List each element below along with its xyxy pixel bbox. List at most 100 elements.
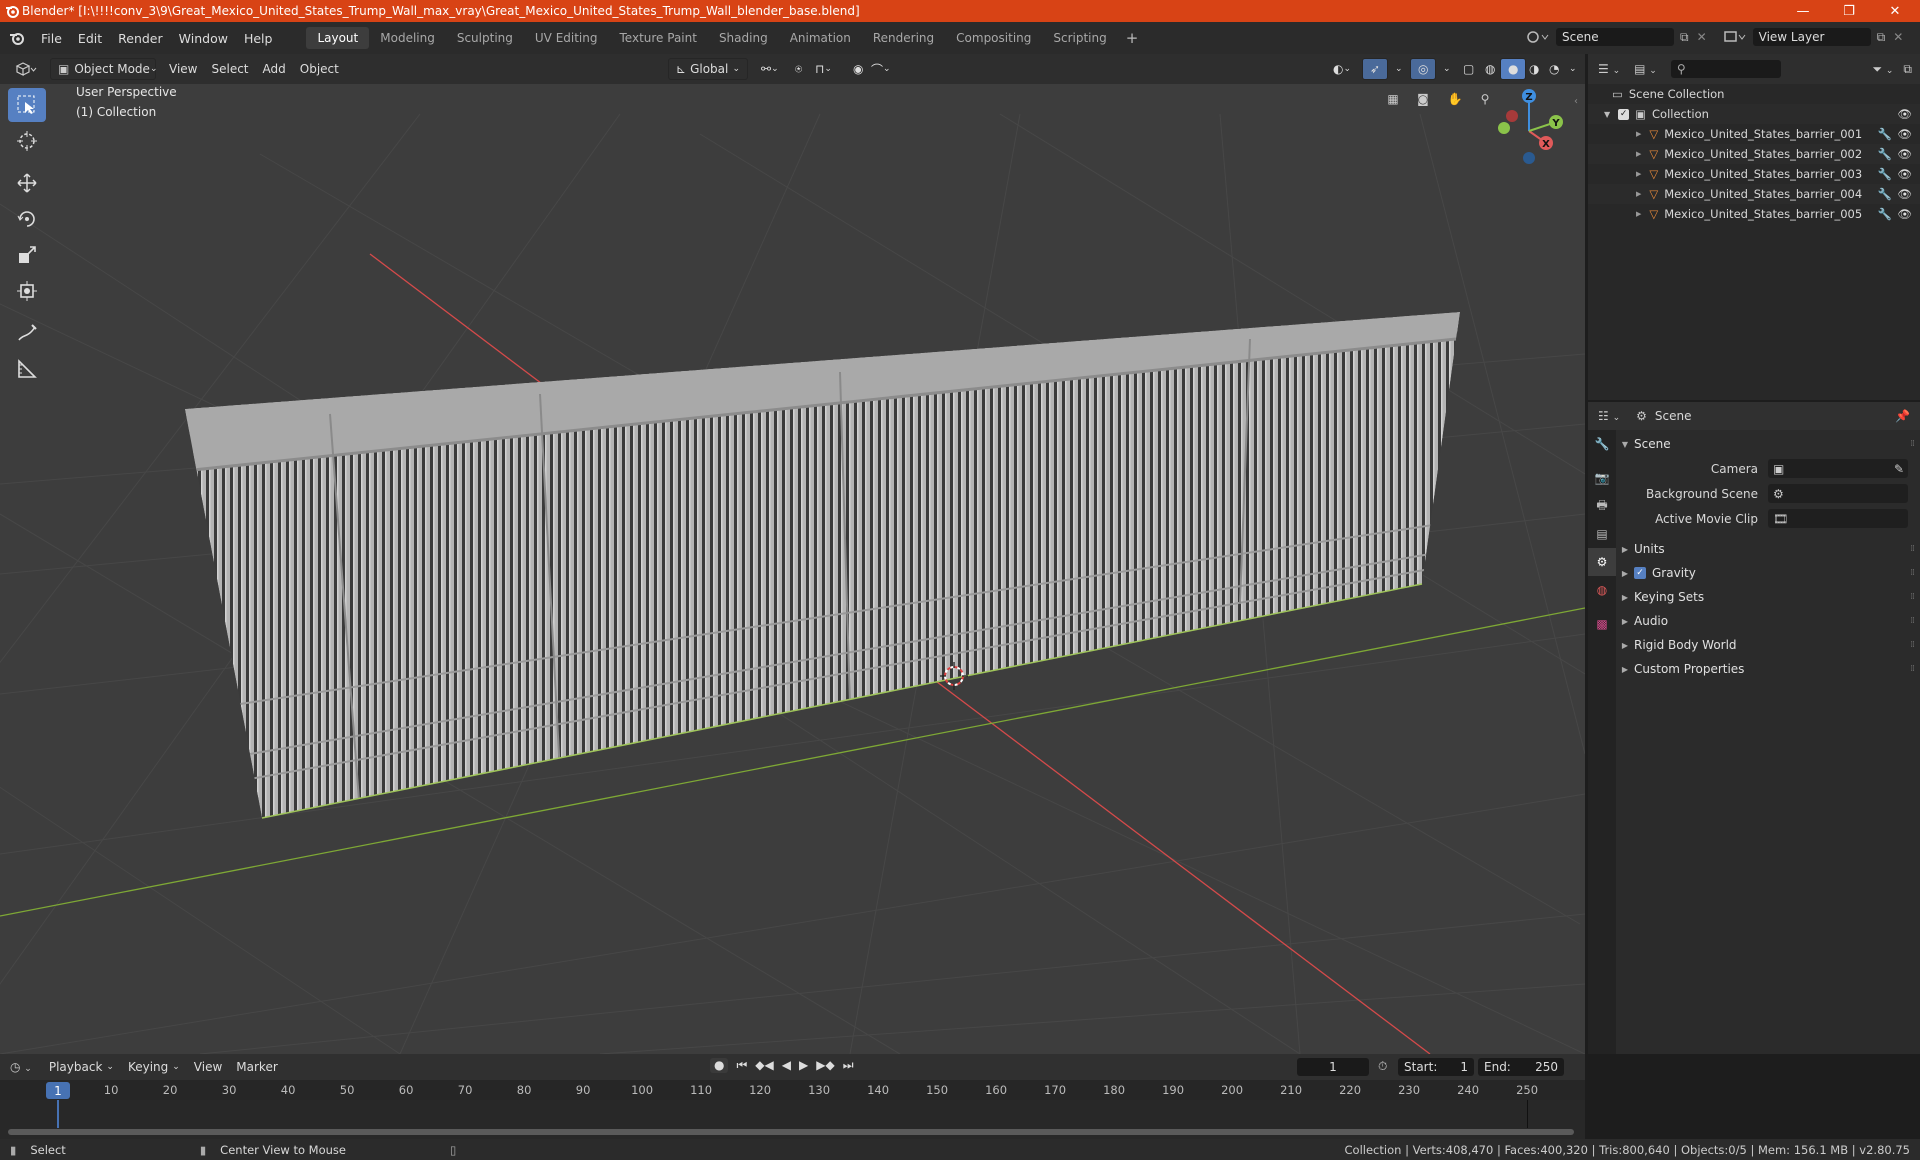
tab-scripting[interactable]: Scripting xyxy=(1042,27,1117,49)
play-icon[interactable]: ▶ xyxy=(799,1058,808,1073)
transform-orientation-dropdown[interactable]: ⊾ Global ⌄ xyxy=(668,58,748,80)
maximize-button[interactable]: ❐ xyxy=(1826,0,1872,22)
render-tab-icon[interactable]: 📷 xyxy=(1588,464,1616,492)
pin-icon[interactable]: 📌 xyxy=(1895,409,1910,423)
overlay-dropdown[interactable]: ⌄ xyxy=(1436,58,1458,80)
viewport-menu-add[interactable]: Add xyxy=(256,58,293,80)
tool-tab-icon[interactable]: 🔧 xyxy=(1588,430,1616,458)
tab-layout[interactable]: Layout xyxy=(306,27,370,49)
snap-target-button[interactable]: ⊓ ⌄ xyxy=(808,58,839,80)
timeline-menu-marker[interactable]: Marker xyxy=(229,1056,284,1078)
audio-panel-header[interactable]: ▶ Audio ⁞⁞ xyxy=(1616,609,1920,633)
world-tab-icon[interactable]: ◍ xyxy=(1588,576,1616,604)
jump-start-icon[interactable]: ⏮ xyxy=(736,1058,747,1073)
modifier-wrench-icon[interactable]: 🔧 xyxy=(1878,187,1892,201)
delete-view-layer-icon[interactable]: ✕ xyxy=(1893,30,1903,44)
tab-sculpting[interactable]: Sculpting xyxy=(446,27,524,49)
drag-handle-icon[interactable]: ⁞⁞ xyxy=(1910,439,1915,449)
tab-modeling[interactable]: Modeling xyxy=(369,27,446,49)
blender-menu-icon[interactable] xyxy=(9,30,25,46)
output-tab-icon[interactable]: 🖶 xyxy=(1588,492,1616,520)
overlay-toggle-icon[interactable]: ◎ xyxy=(1410,58,1437,80)
collapse-arrow-icon[interactable]: ▼ xyxy=(1604,110,1610,119)
mode-dropdown[interactable]: ▣ Object Mode ⌄ xyxy=(50,58,157,80)
viewport-menu-object[interactable]: Object xyxy=(293,58,346,80)
drag-handle-icon[interactable]: ⁞⁞ xyxy=(1910,592,1915,602)
drag-handle-icon[interactable]: ⁞⁞ xyxy=(1910,544,1915,554)
keying-menu[interactable]: Keying ⌄ xyxy=(121,1056,187,1078)
drag-handle-icon[interactable]: ⁞⁞ xyxy=(1910,664,1915,674)
camera-view-icon[interactable]: ◙ xyxy=(1410,86,1436,112)
timeline-editor-type-icon[interactable]: ◷ ⌄ xyxy=(10,1060,32,1074)
expand-arrow-icon[interactable]: ▶ xyxy=(1636,210,1641,218)
expand-arrow-icon[interactable]: ▶ xyxy=(1636,150,1641,158)
auto-keying-icon[interactable]: ● xyxy=(710,1058,729,1073)
drag-handle-icon[interactable]: ⁞⁞ xyxy=(1910,568,1915,578)
expand-arrow-icon[interactable]: ▶ xyxy=(1636,190,1641,198)
eye-icon[interactable]: 👁 xyxy=(1897,167,1912,181)
properties-editor-type-icon[interactable]: ☷ ⌄ xyxy=(1598,409,1620,423)
outliner-search-input[interactable]: ⚲ xyxy=(1670,60,1781,78)
drag-handle-icon[interactable]: ⁞⁞ xyxy=(1910,640,1915,650)
scene-selector[interactable]: Scene xyxy=(1556,28,1674,46)
viewport-menu-view[interactable]: View xyxy=(162,58,204,80)
texture-tab-icon[interactable]: ▩ xyxy=(1588,610,1616,638)
prev-keyframe-icon[interactable]: ◆◀ xyxy=(755,1058,773,1073)
gravity-checkbox[interactable]: ✓ xyxy=(1634,567,1646,579)
outliner-object-row[interactable]: ▶ ▽ Mexico_United_States_barrier_001 🔧 👁 xyxy=(1588,124,1920,144)
timeline-track[interactable] xyxy=(0,1100,1585,1139)
menu-render[interactable]: Render xyxy=(110,31,171,46)
view-layer-tab-icon[interactable]: ▤ xyxy=(1588,520,1616,548)
modifier-wrench-icon[interactable]: 🔧 xyxy=(1878,127,1892,141)
new-view-layer-icon[interactable]: ⧉ xyxy=(1877,30,1886,45)
cursor-tool[interactable] xyxy=(8,124,46,158)
add-workspace-button[interactable]: + xyxy=(1118,29,1147,47)
start-frame-field[interactable]: Start: 1 xyxy=(1398,1058,1474,1076)
expand-arrow-icon[interactable]: ▶ xyxy=(1636,130,1641,138)
gizmo-toggle-icon[interactable]: ➶ xyxy=(1362,58,1389,80)
eyedropper-icon[interactable]: ✎ xyxy=(1894,462,1904,476)
shading-wireframe-icon[interactable]: ◍ xyxy=(1478,58,1502,80)
tab-animation[interactable]: Animation xyxy=(779,27,862,49)
eye-icon[interactable]: 👁 xyxy=(1897,207,1912,221)
zoom-view-icon[interactable]: ⚲ xyxy=(1472,86,1498,112)
background-scene-field[interactable]: ⚙ xyxy=(1768,484,1908,503)
active-movie-clip-field[interactable]: 🎞 xyxy=(1768,509,1908,528)
playback-menu[interactable]: Playback ⌄ xyxy=(42,1056,121,1078)
custom-properties-panel-header[interactable]: ▶ Custom Properties ⁞⁞ xyxy=(1616,657,1920,681)
modifier-wrench-icon[interactable]: 🔧 xyxy=(1878,147,1892,161)
scene-collection-row[interactable]: ▭ Scene Collection xyxy=(1588,84,1920,104)
sidebar-toggle-icon[interactable]: ‹ xyxy=(1574,96,1578,107)
menu-edit[interactable]: Edit xyxy=(70,31,110,46)
timeline-menu-view[interactable]: View xyxy=(187,1056,229,1078)
camera-field[interactable]: ▣ ✎ xyxy=(1768,459,1908,478)
expand-arrow-icon[interactable]: ▶ xyxy=(1636,170,1641,178)
new-scene-icon[interactable]: ⧉ xyxy=(1680,30,1689,45)
gizmo-dropdown[interactable]: ⌄ xyxy=(1388,58,1410,80)
3d-viewport[interactable]: ▣ Object Mode ⌄ View Select Add Object ⊾ Gl… xyxy=(0,54,1585,1054)
scene-panel-header[interactable]: ▼ Scene ⁞⁞ xyxy=(1616,432,1920,456)
outliner-object-row[interactable]: ▶ ▽ Mexico_United_States_barrier_003 🔧 👁 xyxy=(1588,164,1920,184)
snap-toggle-icon[interactable]: ⍟ xyxy=(788,58,809,80)
pan-view-icon[interactable]: ✋ xyxy=(1442,86,1468,112)
editor-type-button[interactable] xyxy=(8,58,44,80)
move-tool[interactable] xyxy=(8,166,46,200)
current-frame-field[interactable]: 1 xyxy=(1297,1058,1369,1076)
view-layer-icon[interactable] xyxy=(1723,29,1749,45)
viewport-menu-select[interactable]: Select xyxy=(204,58,255,80)
play-reverse-icon[interactable]: ◀ xyxy=(782,1058,791,1073)
outliner-object-row[interactable]: ▶ ▽ Mexico_United_States_barrier_002 🔧 👁 xyxy=(1588,144,1920,164)
menu-file[interactable]: File xyxy=(33,31,70,46)
collection-checkbox[interactable]: ✓ xyxy=(1618,108,1630,120)
keying-sets-panel-header[interactable]: ▶ Keying Sets ⁞⁞ xyxy=(1616,585,1920,609)
outliner-object-row[interactable]: ▶ ▽ Mexico_United_States_barrier_005 🔧 👁 xyxy=(1588,204,1920,224)
delete-scene-icon[interactable]: ✕ xyxy=(1697,30,1707,44)
eye-icon[interactable]: 👁 xyxy=(1897,147,1912,161)
timeline-scrollbar[interactable] xyxy=(8,1129,1574,1135)
modifier-wrench-icon[interactable]: 🔧 xyxy=(1878,167,1892,181)
tab-uv-editing[interactable]: UV Editing xyxy=(524,27,609,49)
display-mode-icon[interactable]: ▤ ⌄ xyxy=(1634,62,1657,76)
minimize-button[interactable]: — xyxy=(1780,0,1826,22)
outliner-object-row[interactable]: ▶ ▽ Mexico_United_States_barrier_004 🔧 👁 xyxy=(1588,184,1920,204)
frame-ruler[interactable]: 10 20 30 40 50 60 70 80 90 100 110 120 130 140 150 160 1… xyxy=(0,1080,1585,1100)
